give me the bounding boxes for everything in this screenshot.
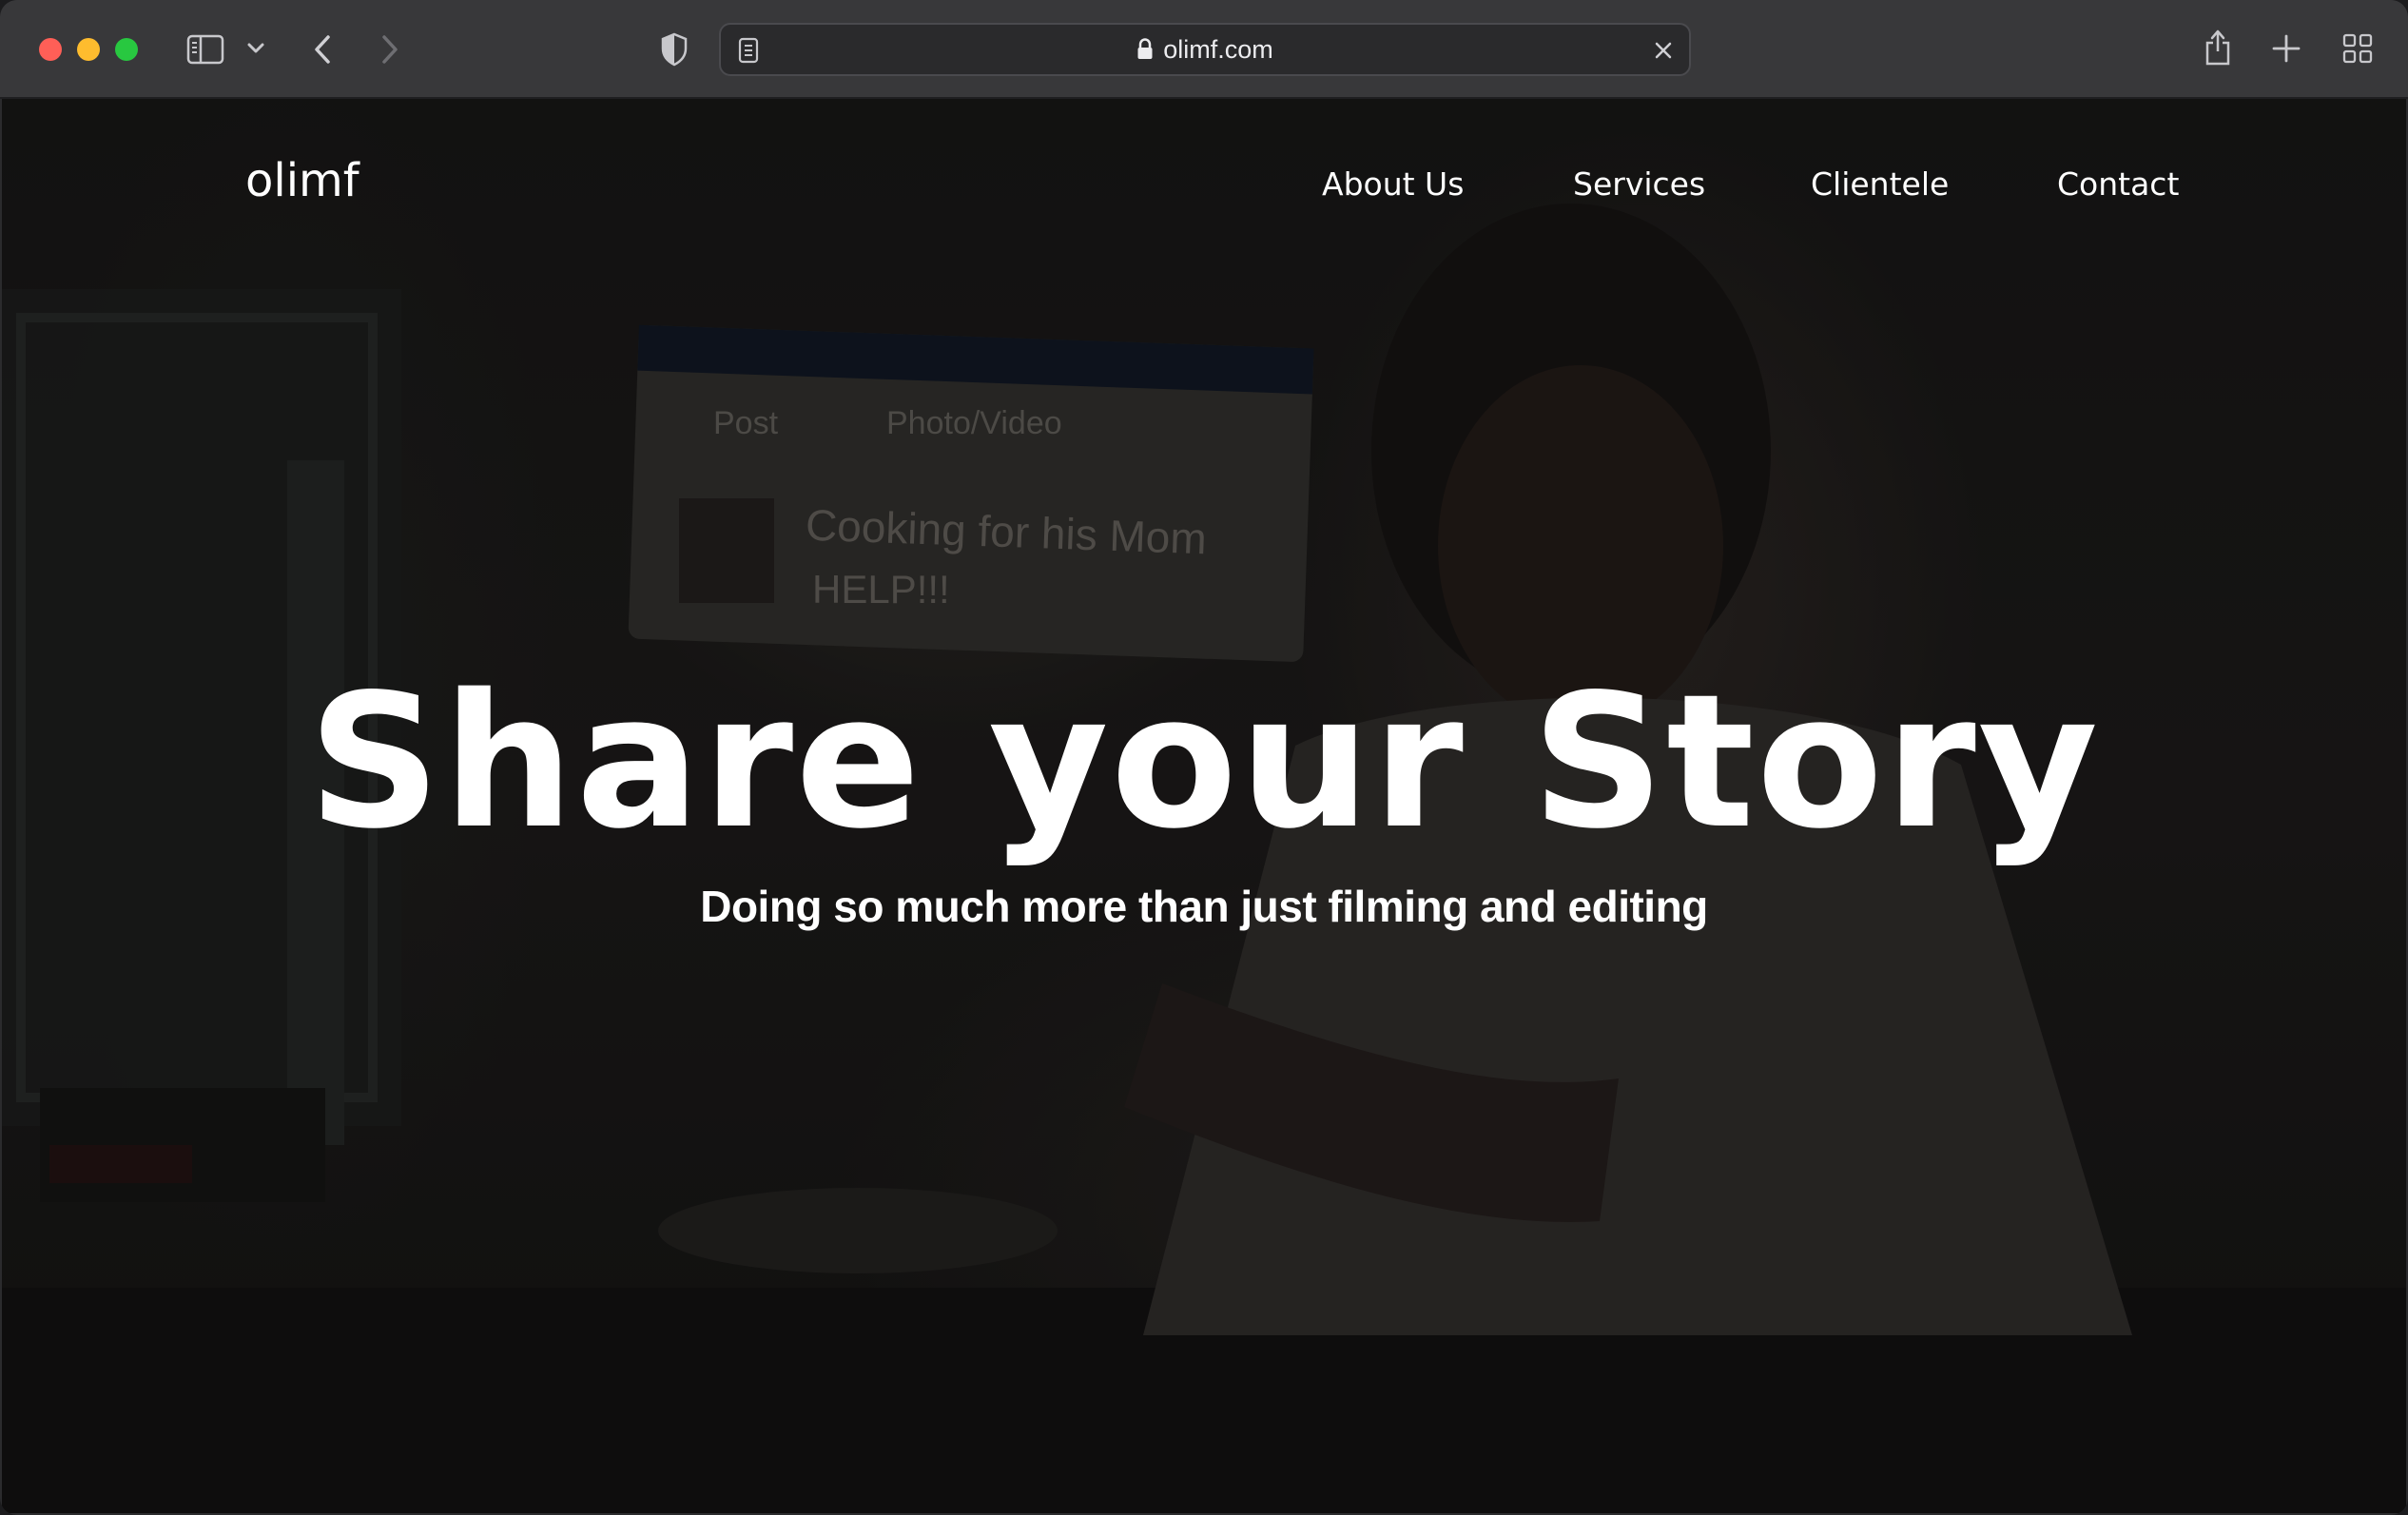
site-logo[interactable]: olimf (245, 154, 359, 207)
chevron-down-icon[interactable] (243, 34, 268, 63)
privacy-shield-icon[interactable] (656, 30, 692, 68)
page-viewport: Post Photo/Video Cooking for his Mom HEL… (2, 99, 2406, 1513)
background-screen-line-2: HELP!!! (812, 567, 950, 612)
nav-clientele[interactable]: Clientele (1811, 165, 1949, 203)
url-text: olimf.com (1163, 34, 1273, 64)
hero-title: Share your Story (307, 654, 2101, 869)
background-screen-photo-label: Photo/Video (886, 405, 1062, 441)
zoom-window-button[interactable] (115, 38, 138, 61)
lock-icon (1136, 38, 1154, 61)
back-arrow-icon[interactable] (306, 30, 339, 68)
background-screen-post-label: Post (713, 405, 779, 441)
close-window-button[interactable] (39, 38, 62, 61)
nav-about-us[interactable]: About Us (1322, 165, 1464, 203)
share-icon[interactable] (2199, 25, 2237, 70)
forward-arrow-icon[interactable] (374, 30, 406, 68)
nav-contact[interactable]: Contact (2057, 165, 2179, 203)
tab-overview-icon[interactable] (2338, 29, 2378, 68)
hero-subtitle: Doing so much more than just filming and… (700, 882, 1708, 931)
clear-url-icon[interactable] (1649, 36, 1678, 65)
browser-toolbar: olimf.com (0, 0, 2408, 99)
minimize-window-button[interactable] (77, 38, 100, 61)
address-bar[interactable]: olimf.com (719, 23, 1691, 76)
browser-window: olimf.com Post Photo/Video Cooking for h… (0, 0, 2408, 1515)
new-tab-plus-icon[interactable] (2267, 29, 2305, 68)
nav-services[interactable]: Services (1573, 165, 1705, 203)
sidebar-toggle-icon[interactable] (184, 30, 226, 68)
